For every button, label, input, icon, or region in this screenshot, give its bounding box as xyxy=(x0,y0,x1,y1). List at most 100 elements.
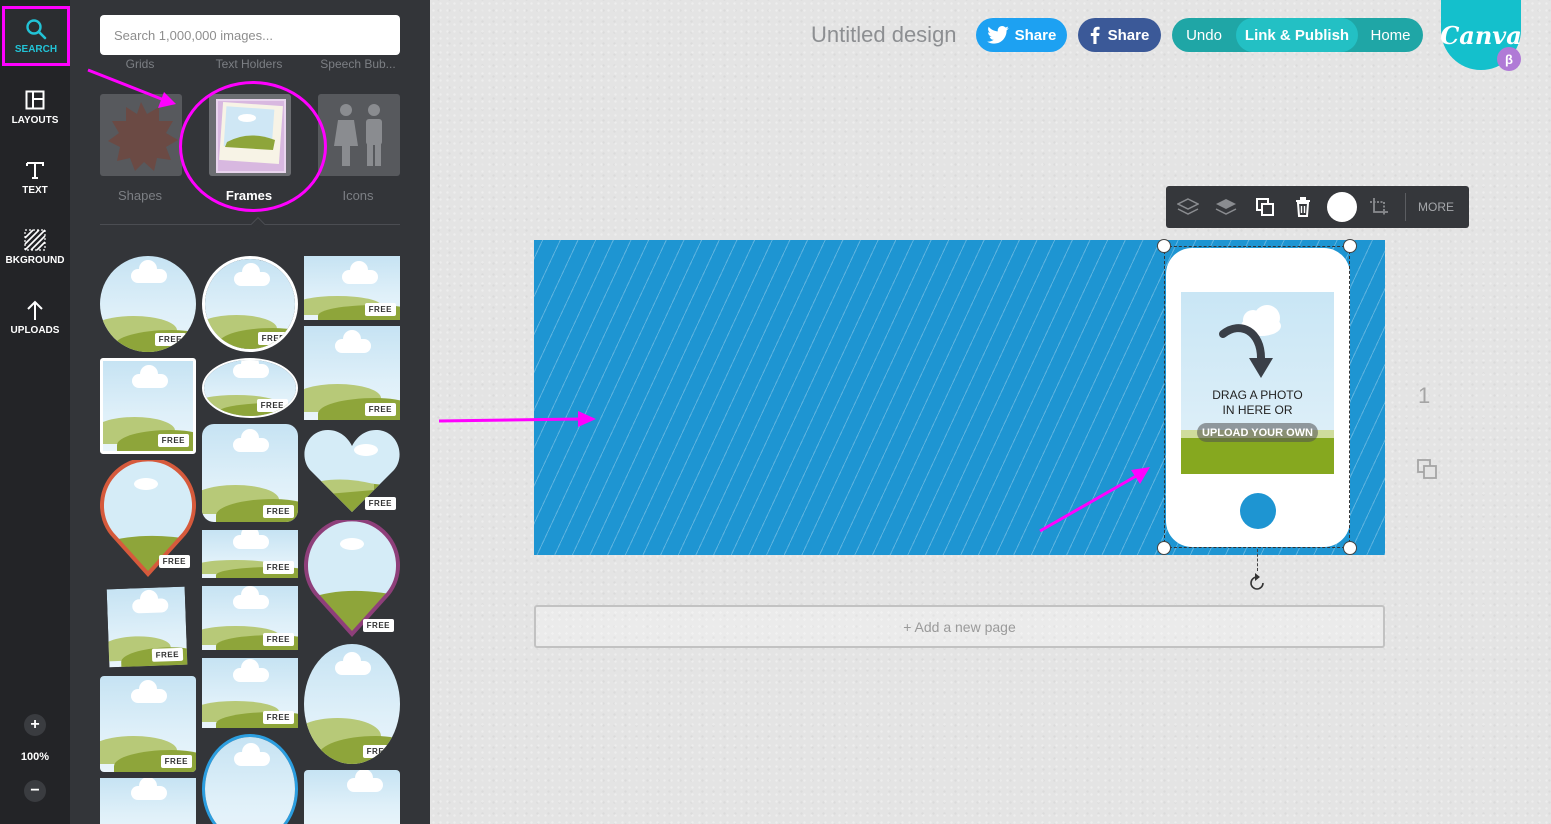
beta-badge: β xyxy=(1497,47,1521,71)
free-badge: FREE xyxy=(256,399,288,412)
page-number: 1 xyxy=(1418,383,1431,408)
frame-ellipse-tall[interactable]: FREE xyxy=(304,644,400,764)
left-rail: SEARCH LAYOUTS TEXT BKGROUND UPLOADS + 1… xyxy=(0,0,70,824)
frame-map-pin-purple[interactable]: FREE xyxy=(304,520,400,638)
layer-down-icon[interactable] xyxy=(1176,195,1200,219)
frame-circle-border[interactable]: FREE xyxy=(202,256,298,352)
duplicate-icon[interactable] xyxy=(1253,195,1277,219)
toolbar-separator xyxy=(1405,193,1406,221)
frame-rect-6[interactable] xyxy=(304,770,400,824)
category-text-holders[interactable]: Text Holders xyxy=(201,57,297,71)
resize-handle-bottom-right[interactable] xyxy=(1343,541,1357,555)
frame-oval[interactable]: FREE xyxy=(202,358,298,418)
delete-icon[interactable] xyxy=(1291,195,1315,219)
frame-map-pin-orange[interactable]: FREE xyxy=(100,460,196,578)
drag-text-line-1: DRAG A PHOTO xyxy=(1212,388,1303,402)
category-speech-bubbles[interactable]: Speech Bub... xyxy=(310,57,406,71)
shapes-thumbnail[interactable] xyxy=(100,94,182,176)
rail-search-button[interactable]: SEARCH xyxy=(2,6,70,66)
upload-icon xyxy=(23,298,47,322)
starburst-icon xyxy=(108,102,178,171)
frame-rect-wide-2[interactable]: FREE xyxy=(202,530,298,578)
canva-logo-text: Canva xyxy=(1440,20,1522,50)
resize-handle-top-left[interactable] xyxy=(1157,239,1171,253)
phone-home-button xyxy=(1240,493,1276,529)
photo-drop-zone[interactable]: DRAG A PHOTO IN HERE OR UPLOAD YOUR OWN xyxy=(1181,292,1334,474)
free-badge: FREE xyxy=(364,497,396,510)
design-title[interactable]: Untitled design xyxy=(811,22,957,48)
upload-your-own-button[interactable]: UPLOAD YOUR OWN xyxy=(1197,423,1318,442)
drag-photo-instructions: DRAG A PHOTO IN HERE OR xyxy=(1181,388,1334,418)
twitter-share-button[interactable]: Share xyxy=(976,18,1067,52)
crop-icon[interactable] xyxy=(1367,195,1391,219)
drag-arrow-icon xyxy=(1219,305,1281,378)
frame-ellipse-blue[interactable] xyxy=(202,734,298,824)
rotate-icon[interactable] xyxy=(1246,572,1268,594)
rail-text-label: TEXT xyxy=(22,185,48,196)
frame-rounded-square[interactable]: FREE xyxy=(202,424,298,522)
more-button[interactable]: MORE xyxy=(1418,200,1454,214)
elements-panel: Grids Text Holders Speech Bub... Shapes … xyxy=(70,0,430,824)
free-badge: FREE xyxy=(257,332,289,345)
copy-page-icon[interactable] xyxy=(1416,458,1438,480)
element-toolbar: MORE xyxy=(1166,186,1469,228)
rail-text-button[interactable]: TEXT xyxy=(0,146,70,208)
frame-polaroid-tilted[interactable]: FREE xyxy=(106,586,188,668)
link-publish-button[interactable]: Link & Publish xyxy=(1236,18,1358,52)
home-button[interactable]: Home xyxy=(1358,18,1423,52)
facebook-share-button[interactable]: Share xyxy=(1078,18,1161,52)
rotate-connector xyxy=(1257,549,1258,571)
frame-square-2[interactable]: FREE xyxy=(100,676,196,772)
free-badge: FREE xyxy=(362,619,394,632)
zoom-level: 100% xyxy=(20,751,50,763)
drag-text-line-2: IN HERE OR xyxy=(1222,403,1293,417)
rail-layouts-button[interactable]: LAYOUTS xyxy=(0,76,70,138)
category-frames-label[interactable]: Frames xyxy=(201,188,297,203)
facebook-share-label: Share xyxy=(1107,26,1150,44)
frame-heart[interactable]: FREE xyxy=(304,426,400,514)
zoom-out-button[interactable]: − xyxy=(24,780,46,802)
free-badge: FREE xyxy=(158,555,190,568)
free-badge: FREE xyxy=(160,755,192,768)
action-button-group: Undo Link & Publish Home xyxy=(1172,18,1423,52)
icons-thumbnail[interactable] xyxy=(318,94,400,176)
image-search-input[interactable] xyxy=(100,15,400,55)
rail-search-label: SEARCH xyxy=(14,44,58,55)
twitter-share-label: Share xyxy=(1014,26,1057,44)
frame-rect-wide-4[interactable]: FREE xyxy=(202,658,298,728)
add-new-page-button[interactable]: + Add a new page xyxy=(534,605,1385,648)
free-badge: FREE xyxy=(364,303,396,316)
resize-handle-top-right[interactable] xyxy=(1343,239,1357,253)
category-shapes-label[interactable]: Shapes xyxy=(92,188,188,203)
frame-rect-wide-3[interactable]: FREE xyxy=(202,586,298,650)
layer-up-icon[interactable] xyxy=(1214,195,1238,219)
resize-handle-bottom-left[interactable] xyxy=(1157,541,1171,555)
panel-divider xyxy=(100,224,400,225)
polaroid-frame-icon xyxy=(216,99,286,173)
rail-background-button[interactable]: BKGROUND xyxy=(0,216,70,278)
layouts-icon xyxy=(23,88,47,112)
free-badge: FREE xyxy=(262,711,294,724)
frame-rect-wide-1[interactable]: FREE xyxy=(304,256,400,320)
rail-uploads-button[interactable]: UPLOADS xyxy=(0,286,70,348)
phone-frame-element[interactable]: DRAG A PHOTO IN HERE OR UPLOAD YOUR OWN xyxy=(1166,248,1350,547)
frames-thumbnail[interactable] xyxy=(209,94,291,176)
category-grids[interactable]: Grids xyxy=(92,57,188,71)
frame-circle-1[interactable]: FREE xyxy=(100,256,196,352)
background-icon xyxy=(23,228,47,252)
undo-button[interactable]: Undo xyxy=(1172,18,1236,52)
frame-rect-tall-1[interactable]: FREE xyxy=(304,326,400,420)
color-swatch-button[interactable] xyxy=(1327,192,1357,222)
free-badge: FREE xyxy=(157,434,189,447)
zoom-in-button[interactable]: + xyxy=(24,714,46,736)
free-badge: FREE xyxy=(262,561,294,574)
frame-rect-5[interactable] xyxy=(100,778,196,824)
frame-square-border[interactable]: FREE xyxy=(100,358,196,454)
free-badge: FREE xyxy=(151,647,184,662)
category-icons-label[interactable]: Icons xyxy=(310,188,406,203)
facebook-icon xyxy=(1090,26,1100,44)
free-badge: FREE xyxy=(364,403,396,416)
free-badge: FREE xyxy=(262,633,294,646)
rail-background-label: BKGROUND xyxy=(5,255,65,266)
active-category-caret xyxy=(250,216,266,232)
